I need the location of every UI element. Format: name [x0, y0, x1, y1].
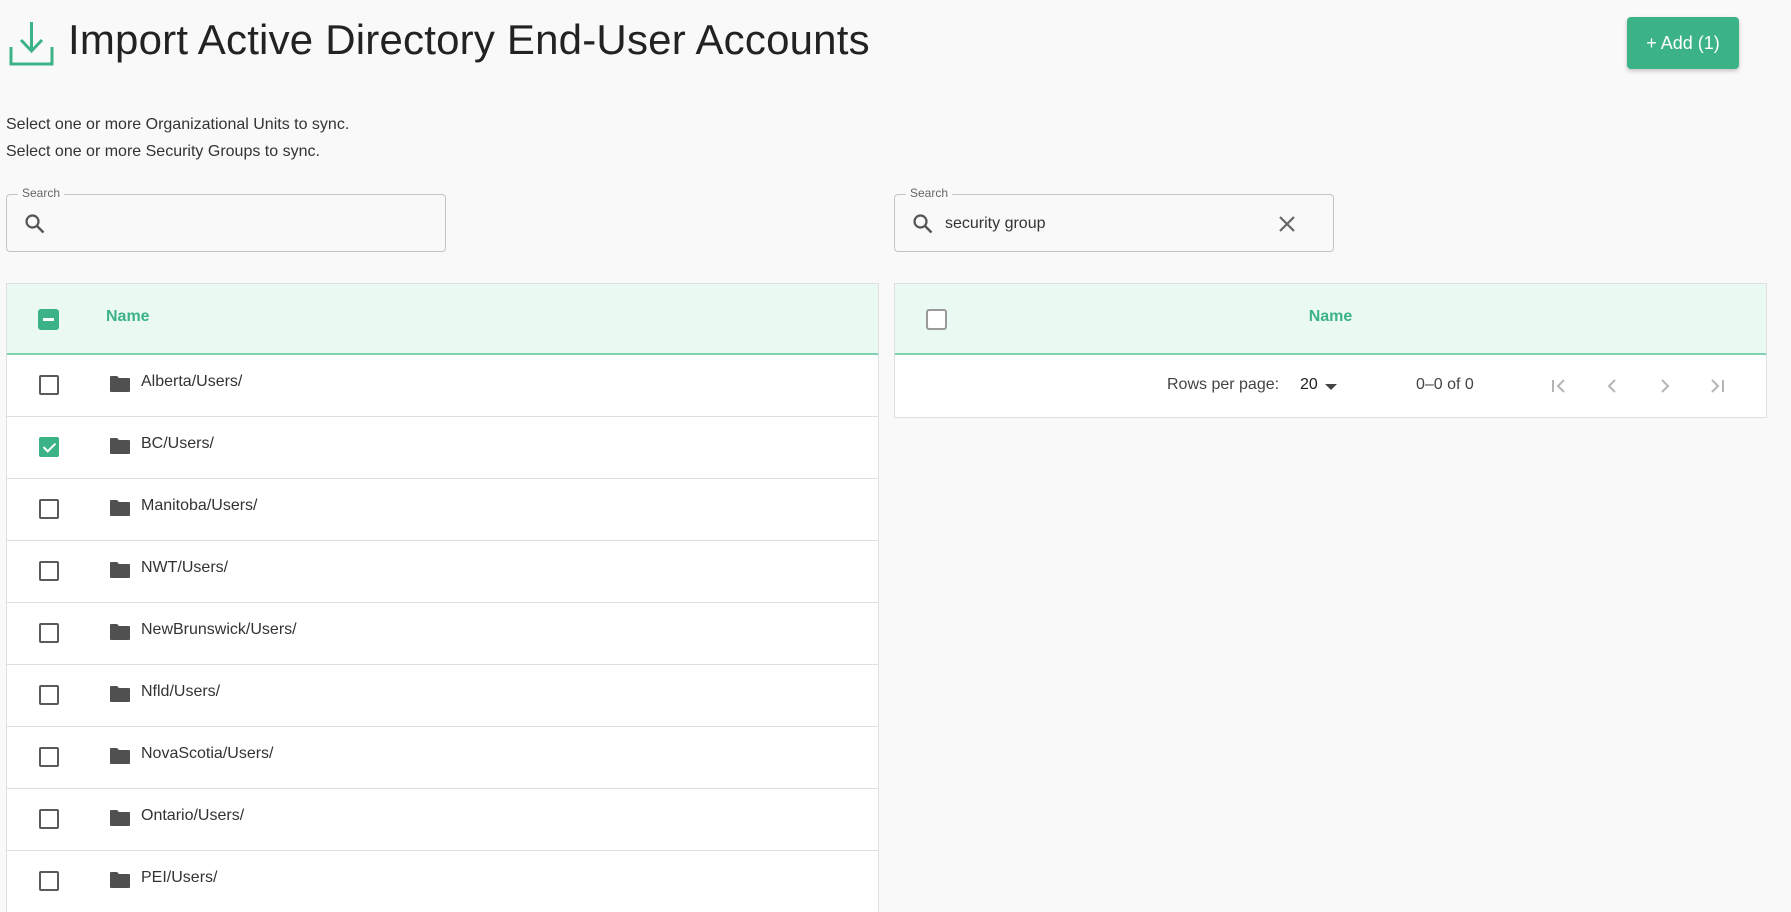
table-row[interactable]: NewBrunswick/Users/ — [7, 603, 878, 665]
pagination-range: 0–0 of 0 — [1416, 376, 1474, 393]
last-page-icon[interactable] — [1705, 374, 1729, 398]
table-row[interactable]: NWT/Users/ — [7, 541, 878, 603]
row-checkbox[interactable] — [39, 809, 59, 829]
search-icon — [25, 214, 45, 234]
folder-icon — [110, 686, 130, 702]
row-label: Nfld/Users/ — [141, 683, 221, 700]
table-row[interactable]: PEI/Users/ — [7, 851, 878, 912]
page-title: Import Active Directory End-User Account… — [68, 16, 870, 63]
table-row[interactable]: Nfld/Users/ — [7, 665, 878, 727]
ou-search-field: Search — [6, 186, 446, 252]
table-row[interactable]: Alberta/Users/ — [7, 355, 878, 417]
table-row[interactable]: Ontario/Users/ — [7, 789, 878, 851]
next-page-icon[interactable] — [1653, 374, 1677, 398]
row-label: Manitoba/Users/ — [141, 497, 258, 514]
ou-search-input[interactable] — [57, 209, 377, 239]
rows-per-page-select[interactable]: 20 — [1300, 376, 1318, 394]
row-checkbox[interactable] — [39, 747, 59, 767]
table-row[interactable]: Manitoba/Users/ — [7, 479, 878, 541]
select-all-checkbox[interactable] — [38, 309, 59, 330]
caret-down-icon[interactable] — [1325, 384, 1337, 390]
folder-icon — [110, 500, 130, 516]
row-checkbox[interactable] — [39, 685, 59, 705]
groups-description: Select one or more Security Groups to sy… — [6, 143, 320, 160]
table-row[interactable]: BC/Users/ — [7, 417, 878, 479]
name-column-header[interactable]: Name — [106, 308, 150, 326]
pagination: Rows per page: 20 0–0 of 0 — [895, 355, 1766, 417]
row-checkbox[interactable] — [39, 561, 59, 581]
folder-icon — [110, 438, 130, 454]
search-legend: Search — [18, 186, 65, 200]
row-label: NWT/Users/ — [141, 559, 229, 576]
folder-icon — [110, 562, 130, 578]
folder-icon — [110, 810, 130, 826]
folder-icon — [110, 872, 130, 888]
rows-per-page-label: Rows per page: — [1167, 376, 1280, 393]
row-checkbox[interactable] — [39, 437, 59, 457]
table-header: Name — [7, 284, 878, 355]
previous-page-icon[interactable] — [1600, 374, 1624, 398]
clear-icon[interactable] — [1275, 212, 1299, 236]
search-legend: Search — [906, 186, 953, 200]
row-label: Ontario/Users/ — [141, 807, 245, 824]
row-label: NewBrunswick/Users/ — [141, 621, 297, 638]
folder-icon — [110, 376, 130, 392]
row-label: PEI/Users/ — [141, 869, 218, 886]
folder-icon — [110, 624, 130, 640]
folder-icon — [110, 748, 130, 764]
row-checkbox[interactable] — [39, 499, 59, 519]
ou-table: Name Alberta/Users/ BC/Users/ Manitoba/U… — [6, 283, 879, 912]
download-icon — [9, 22, 54, 66]
search-icon — [913, 214, 933, 234]
add-button[interactable]: + Add (1) — [1627, 17, 1739, 69]
row-label: BC/Users/ — [141, 435, 214, 452]
security-group-table: Name Rows per page: 20 0–0 of 0 — [894, 283, 1767, 418]
row-label: Alberta/Users/ — [141, 373, 243, 390]
group-search-field: Search — [894, 186, 1334, 252]
row-checkbox[interactable] — [39, 623, 59, 643]
row-label: NovaScotia/Users/ — [141, 745, 274, 762]
table-row[interactable]: NovaScotia/Users/ — [7, 727, 878, 789]
name-column-header[interactable]: Name — [895, 308, 1766, 326]
table-header: Name — [895, 284, 1766, 355]
group-search-input[interactable] — [945, 209, 1265, 239]
first-page-icon[interactable] — [1547, 374, 1571, 398]
row-checkbox[interactable] — [39, 871, 59, 891]
ou-description: Select one or more Organizational Units … — [6, 116, 350, 133]
row-checkbox[interactable] — [39, 375, 59, 395]
